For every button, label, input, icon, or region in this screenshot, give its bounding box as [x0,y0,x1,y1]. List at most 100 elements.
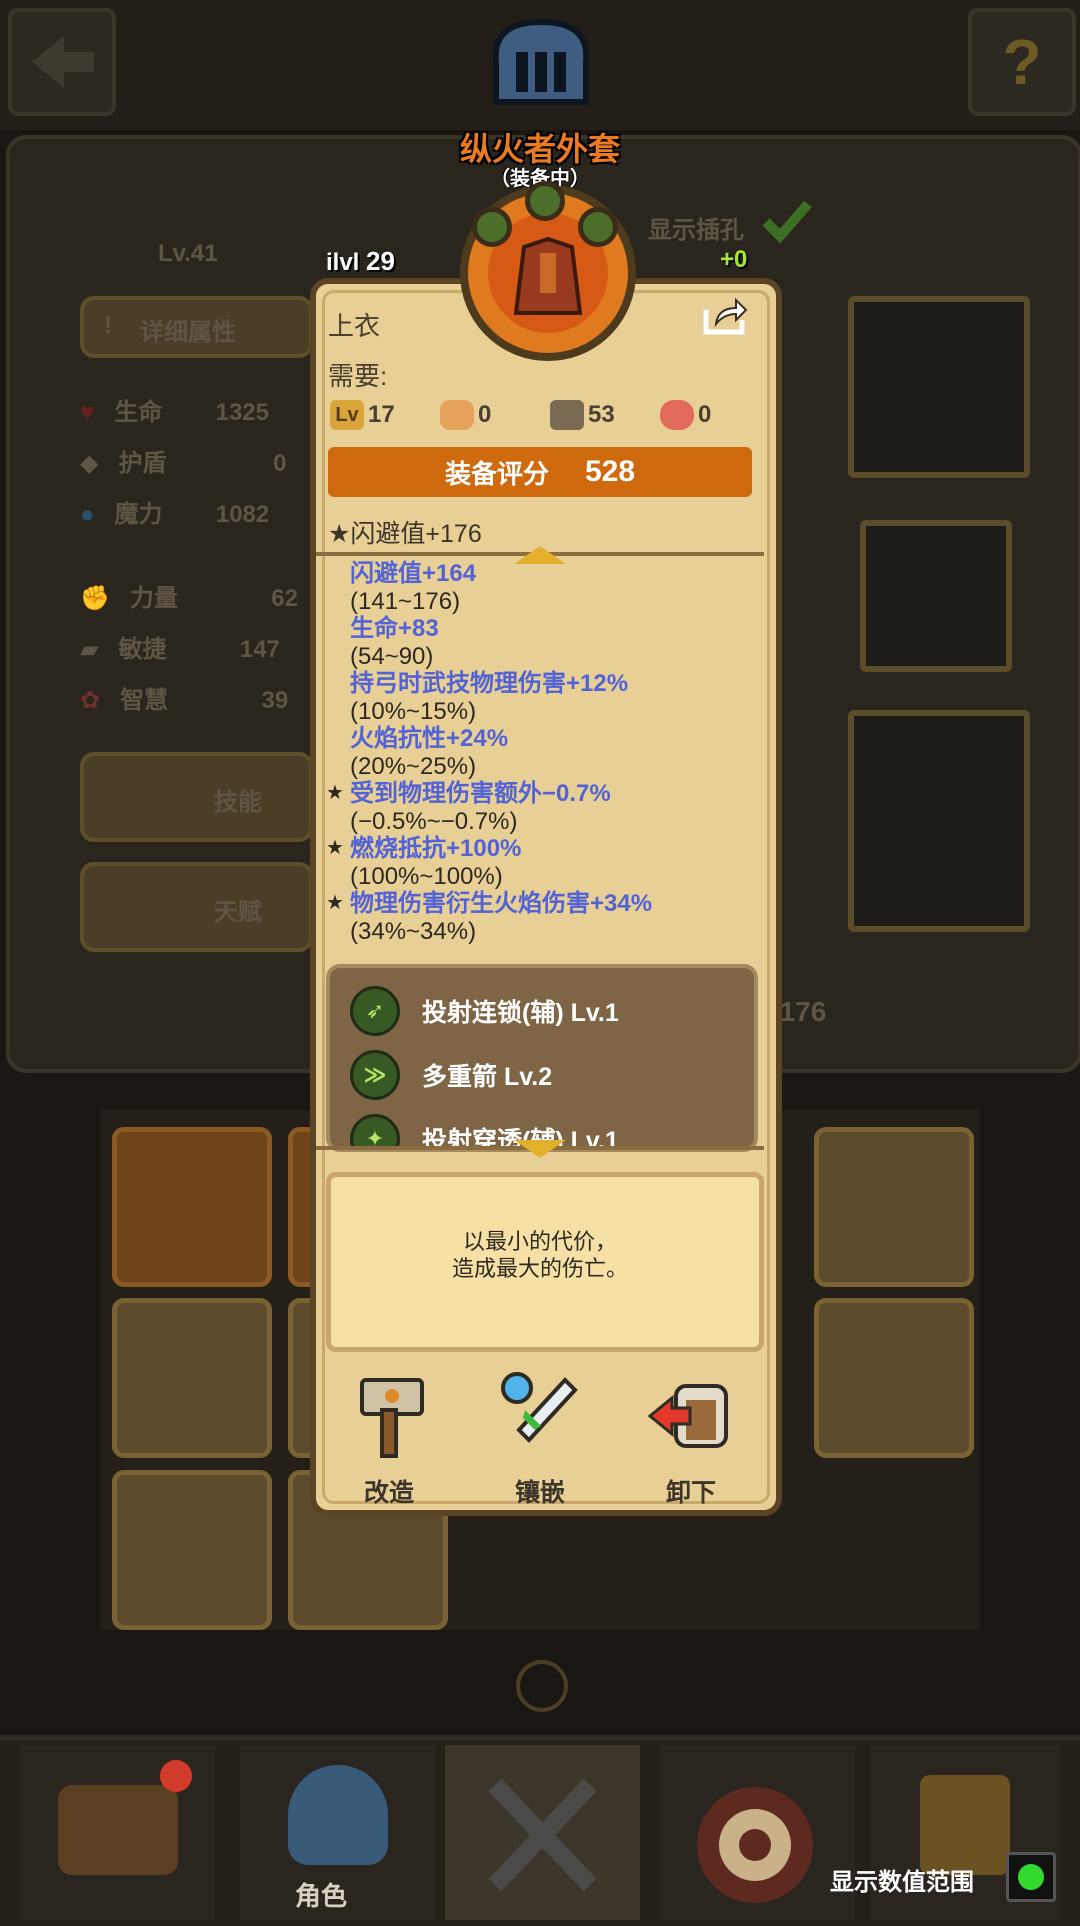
req-strength: 0 [440,400,491,430]
stat-agility: ▰ 敏捷 147 [80,629,280,664]
back-arrow-icon [32,36,94,88]
amulet-slot[interactable] [860,520,1012,672]
stat-value: 147 [239,636,280,663]
mana-drop-icon: ● [80,501,95,528]
reforge-label: 改造 [363,1479,414,1507]
stat-mana: ● 魔力 1082 [80,494,269,529]
brain-icon: ✿ [80,687,101,714]
primary-stat: ★闪避值+176 [328,520,482,548]
skill-button[interactable]: 技能 [80,752,313,842]
affix-range: (141~176) [350,587,461,615]
quiver-slot[interactable] [848,710,1030,932]
req-agility-value: 53 [588,401,615,428]
knight-helmet-icon [287,1765,388,1865]
item-type: 上衣 [328,311,381,341]
heart-icon: ♥ [80,399,95,426]
back-button[interactable] [8,8,116,116]
brain-wisdom-icon [660,400,694,430]
affix-name: 火焰抗性+24% [350,725,509,752]
req-wisdom-value: 0 [698,401,712,428]
inventory-slot-bow[interactable] [112,1470,272,1630]
item-icon-medallion [460,181,636,361]
notification-badge [160,1760,192,1792]
stat-value: 62 [271,585,298,612]
share-icon [703,297,748,335]
boot-icon: ▰ [80,636,99,663]
sockets-delta: +0 [720,246,748,273]
affix-row: 生命+83 (54~90) [316,615,764,670]
affix-range: (100%~100%) [350,862,503,890]
nav-target[interactable] [660,1745,855,1920]
reforge-button[interactable]: 改造 [334,1370,444,1509]
inventory-slot-armor[interactable] [112,1298,272,1458]
checkmark-icon [762,200,812,244]
socket-gem-button[interactable]: 镶嵌 [485,1370,595,1509]
stat-label: 生命 [114,399,163,426]
nav-character-label: 角色 [295,1881,348,1911]
nav-battle[interactable] [445,1745,640,1920]
talent-button[interactable]: 天赋 [80,862,313,952]
stat-value: 1082 [215,501,270,528]
stat-label: 敏捷 [118,636,167,663]
stat-shield: ◆ 护盾 0 [80,443,287,478]
stat-label: 护盾 [118,450,167,477]
level-badge-icon: Lv [330,400,364,430]
linked-skills-box[interactable]: ➶ 投射连锁(辅) Lv.1 ≫ 多重箭 Lv.2 ✦ 投射穿透(辅) Lv.1 [326,964,758,1152]
affix-name: 受到物理伤害额外−0.7% [350,780,611,807]
target-icon [697,1787,813,1903]
affix-range: (34%~34%) [350,917,477,945]
req-level: Lv 17 [330,400,395,430]
fist-icon: ✊ [80,585,110,612]
req-strength-value: 0 [478,401,492,428]
share-button[interactable] [702,296,748,336]
stat-wisdom: ✿ 智慧 39 [80,680,288,715]
fist-strength-icon [440,400,474,430]
affix-list[interactable]: 闪避值+164 (141~176) 生命+83 (54~90) 持弓时武技物理伤害+… [316,560,764,970]
skill-row[interactable]: ➶ 投射连锁(辅) Lv.1 [350,986,619,1036]
detail-attributes-label: 详细属性 [140,319,236,346]
shield-icon: ◆ [80,450,99,477]
show-range-toggle[interactable] [1006,1852,1056,1902]
inventory-slot-belt[interactable] [814,1127,974,1287]
crossed-swords-icon [488,1778,597,1892]
affix-row: ★ 受到物理伤害额外−0.7% (−0.5%~−0.7%) [316,780,764,835]
beer-mug-icon [920,1775,1010,1875]
affix-range: (10%~15%) [350,697,477,725]
affix-name: 闪避值+164 [350,560,477,587]
skill-row[interactable]: ≫ 多重箭 Lv.2 [350,1050,552,1100]
chain-shot-icon: ➶ [350,986,400,1036]
inventory-slot-helmet[interactable] [814,1298,974,1458]
affix-name: 持弓时武技物理伤害+12% [350,670,629,697]
skill-button-label: 技能 [214,789,262,816]
stat-value: 39 [261,687,289,714]
character-level: Lv.41 [158,240,218,267]
affix-range: (−0.5%~−0.7%) [350,807,518,835]
inventory-slot-boots[interactable] [112,1127,272,1287]
toggle-indicator [1018,1864,1044,1890]
stat-life: ♥ 生命 1325 [80,392,269,427]
detail-attributes-button[interactable]: ! 详细属性 [80,296,313,358]
ilvl-value: 29 [366,246,395,276]
help-button[interactable]: ? [968,8,1076,116]
knight-helmet-icon [482,12,600,112]
star-icon: ★ [326,837,344,859]
affix-row: 火焰抗性+24% (20%~25%) [316,725,764,780]
stat-label: 魔力 [114,501,163,528]
item-level: ilvl 29 [326,246,395,277]
show-range-label: 显示数值范围 [830,1869,974,1896]
stat-label: 力量 [129,585,178,612]
belt-slot[interactable] [848,296,1030,478]
stat-strength: ✊ 力量 62 [80,578,298,613]
warning-icon: ! [104,312,112,339]
affix-row: 闪避值+164 (141~176) [316,560,764,615]
show-sockets-checkbox[interactable] [762,198,812,244]
req-wisdom: 0 [660,400,711,430]
show-sockets-label: 显示插孔 [648,217,744,244]
socket-icon [472,207,512,247]
treasure-chest-icon [57,1785,178,1875]
affix-row: ★ 物理伤害衍生火焰伤害+34% (34%~34%) [316,890,764,945]
affix-row: 持弓时武技物理伤害+12% (10%~15%) [316,670,764,725]
score-label: 装备评分 [444,458,549,489]
scroll-down-icon[interactable] [514,1140,566,1158]
unequip-button[interactable]: 卸下 [636,1370,746,1509]
